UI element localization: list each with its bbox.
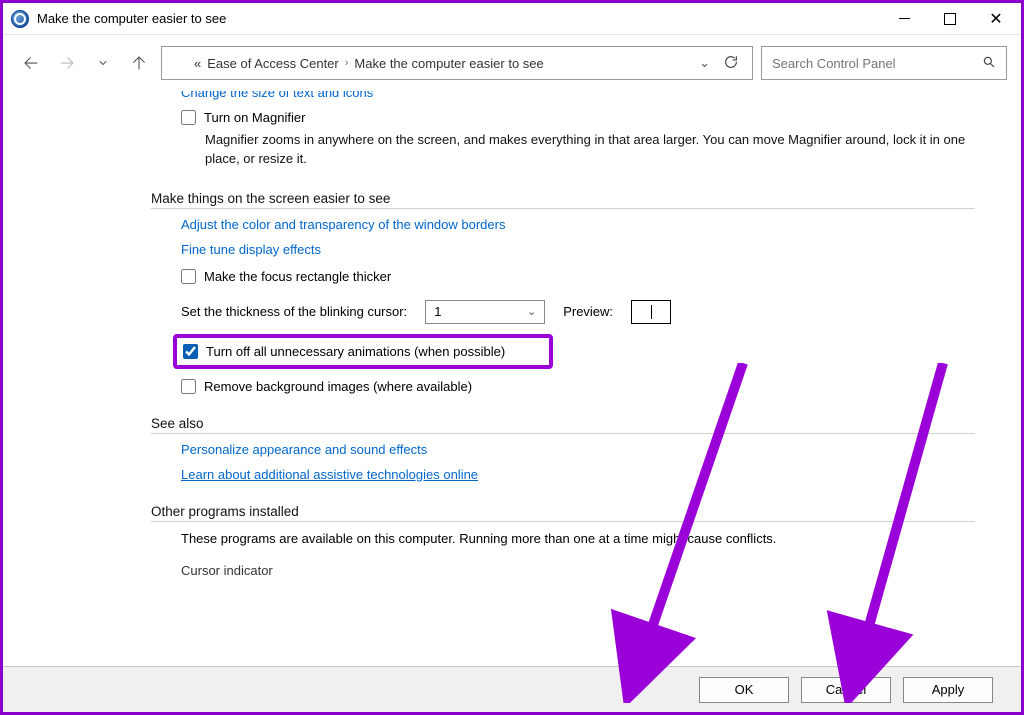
link-fine-tune[interactable]: Fine tune display effects [181, 242, 975, 257]
cursor-preview [631, 300, 671, 324]
cursor-indicator-label: Cursor indicator [181, 563, 975, 578]
close-button[interactable]: ✕ [973, 4, 1019, 34]
link-personalize[interactable]: Personalize appearance and sound effects [181, 442, 975, 457]
cursor-thickness-dropdown[interactable]: 1 ⌄ [425, 300, 545, 324]
other-programs-description: These programs are available on this com… [181, 530, 975, 549]
link-adjust-color[interactable]: Adjust the color and transparency of the… [181, 217, 975, 232]
footer-bar: OK Cancel Apply [3, 666, 1021, 712]
chevron-right-icon: › [345, 57, 349, 69]
breadcrumb[interactable]: « Ease of Access Center › Make the compu… [161, 46, 753, 80]
chevron-down-icon: ⌄ [527, 305, 536, 318]
cursor-thickness-row: Set the thickness of the blinking cursor… [181, 300, 975, 324]
arrow-up-icon [130, 54, 148, 72]
section-make-things-easier: Make things on the screen easier to see [151, 191, 975, 209]
chevron-down-icon [97, 57, 109, 69]
link-learn-assistive[interactable]: Learn about additional assistive technol… [181, 467, 975, 482]
maximize-button[interactable] [927, 4, 973, 34]
focus-rectangle-checkbox[interactable] [181, 269, 196, 284]
forward-button[interactable] [53, 49, 81, 77]
title-bar: Make the computer easier to see ✕ [3, 3, 1021, 35]
cancel-button[interactable]: Cancel [801, 677, 891, 703]
turn-off-animations-checkbox[interactable] [183, 344, 198, 359]
preview-label: Preview: [563, 304, 613, 319]
cursor-thickness-label: Set the thickness of the blinking cursor… [181, 304, 407, 319]
remove-bg-checkbox[interactable] [181, 379, 196, 394]
cursor-thickness-value: 1 [434, 304, 441, 319]
highlight-turn-off-animations: Turn off all unnecessary animations (whe… [173, 334, 553, 369]
magnifier-label: Turn on Magnifier [204, 110, 305, 125]
breadcrumb-chevron-down-icon[interactable]: ⌄ [699, 55, 710, 71]
magnifier-checkbox[interactable] [181, 110, 196, 125]
breadcrumb-part-1[interactable]: Ease of Access Center [207, 56, 339, 71]
search-icon [982, 55, 996, 72]
content-area: Change the size of text and icons Turn o… [3, 91, 1021, 666]
recent-dropdown[interactable] [89, 49, 117, 77]
arrow-left-icon [22, 54, 40, 72]
magnifier-description: Magnifier zooms in anywhere on the scree… [205, 131, 975, 169]
arrow-right-icon [58, 54, 76, 72]
control-panel-icon [168, 54, 186, 72]
remove-bg-row: Remove background images (where availabl… [181, 379, 975, 394]
search-box[interactable] [761, 46, 1007, 80]
ok-button[interactable]: OK [699, 677, 789, 703]
nav-bar: « Ease of Access Center › Make the compu… [3, 35, 1021, 91]
link-change-size[interactable]: Change the size of text and icons [181, 91, 975, 100]
window-title: Make the computer easier to see [37, 11, 226, 26]
refresh-icon [723, 54, 739, 70]
turn-off-animations-row: Turn off all unnecessary animations (whe… [183, 344, 543, 359]
refresh-button[interactable] [716, 54, 746, 73]
remove-bg-label: Remove background images (where availabl… [204, 379, 472, 394]
app-icon [11, 10, 29, 28]
apply-button[interactable]: Apply [903, 677, 993, 703]
breadcrumb-part-2[interactable]: Make the computer easier to see [354, 56, 543, 71]
minimize-button[interactable] [881, 4, 927, 34]
up-button[interactable] [125, 49, 153, 77]
back-button[interactable] [17, 49, 45, 77]
search-input[interactable] [772, 56, 982, 71]
focus-rectangle-label: Make the focus rectangle thicker [204, 269, 391, 284]
section-see-also: See also [151, 416, 975, 434]
turn-off-animations-label: Turn off all unnecessary animations (whe… [206, 344, 505, 359]
section-other-programs: Other programs installed [151, 504, 975, 522]
breadcrumb-prefix: « [194, 56, 201, 71]
magnifier-checkbox-row: Turn on Magnifier [181, 110, 975, 125]
focus-rectangle-row: Make the focus rectangle thicker [181, 269, 975, 284]
